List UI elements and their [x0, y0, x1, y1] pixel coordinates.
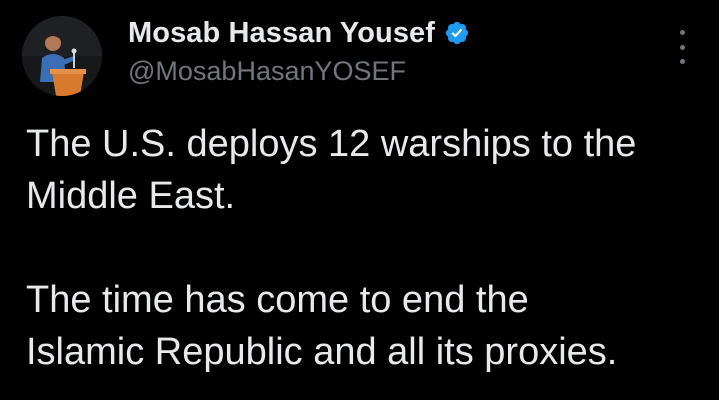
more-options-icon[interactable] — [670, 30, 694, 64]
tweet-line: The time has come to end the — [26, 279, 529, 321]
tweet-text: The U.S. deploys 12 warships to the Midd… — [26, 118, 706, 378]
tweet-card: Mosab Hassan Yousef @MosabHasanYOSEF The… — [0, 0, 719, 400]
verified-badge-icon — [444, 20, 470, 46]
author-name-row: Mosab Hassan Yousef — [128, 14, 470, 52]
tweet-line: The U.S. deploys 12 warships to the — [26, 123, 637, 165]
tweet-paragraph-1: The U.S. deploys 12 warships to the Midd… — [26, 118, 706, 222]
tweet-line: Islamic Republic and all its proxies. — [26, 331, 618, 373]
author-display-name[interactable]: Mosab Hassan Yousef — [128, 17, 435, 50]
profile-avatar[interactable] — [22, 16, 102, 96]
tweet-paragraph-2: The time has come to end the Islamic Rep… — [26, 274, 706, 378]
speaker-at-podium-avatar-icon — [22, 16, 102, 96]
tweet-line: Middle East. — [26, 175, 236, 217]
author-handle[interactable]: @MosabHasanYOSEF — [128, 56, 406, 87]
